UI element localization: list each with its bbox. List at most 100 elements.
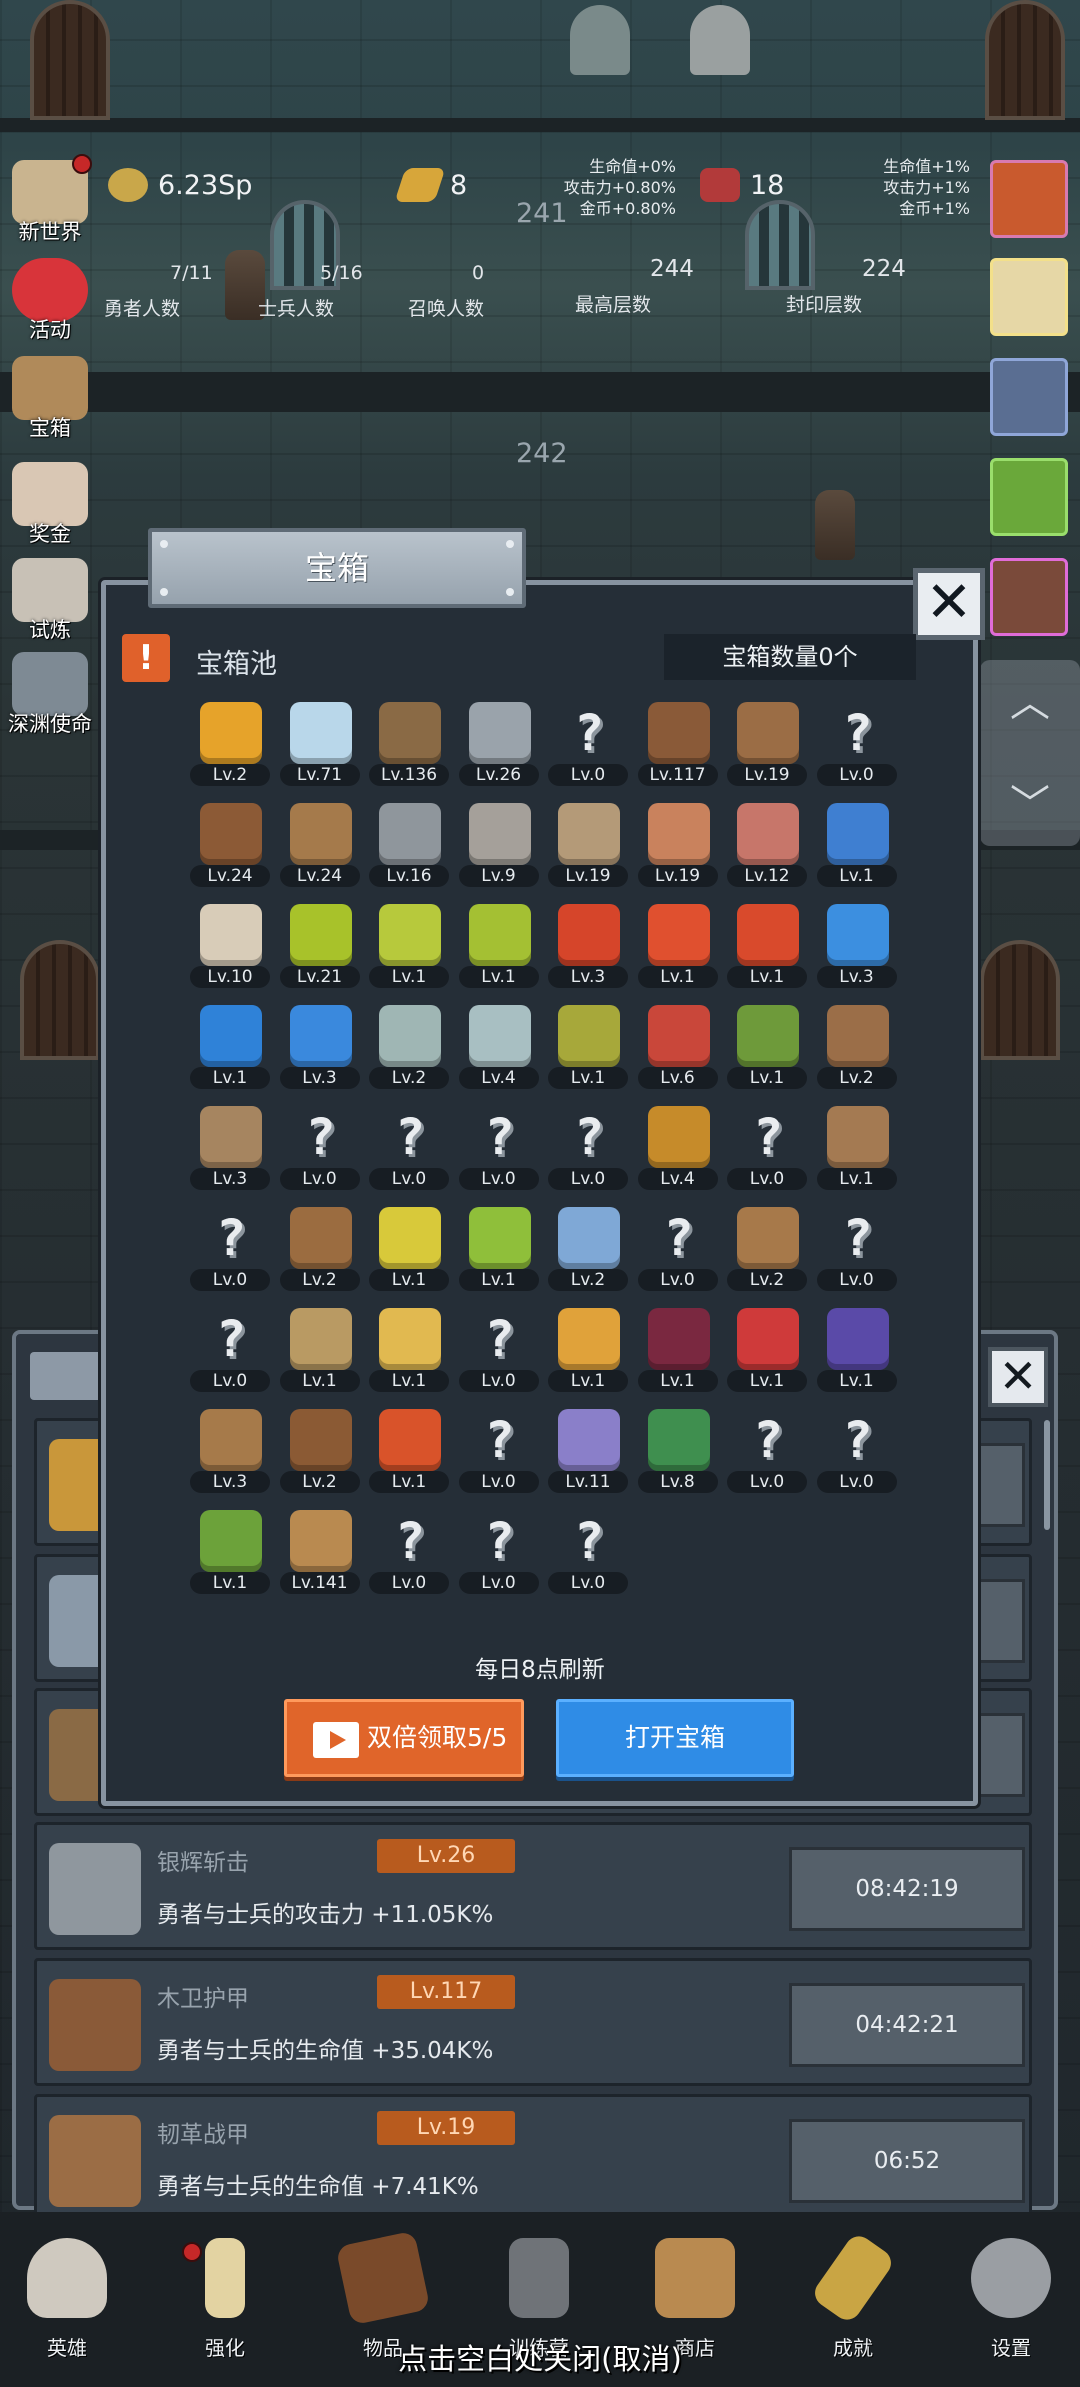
chest-pool-item[interactable]: Lv.1 xyxy=(634,902,724,989)
chest-pool-item[interactable]: Lv.1 xyxy=(723,902,813,989)
chest-pool-item[interactable]: Lv.3 xyxy=(276,1003,366,1090)
chest-pool-item[interactable]: Lv.24 xyxy=(276,801,366,888)
double-claim-button[interactable]: 双倍领取5/5 xyxy=(284,1699,524,1777)
chest-pool-item[interactable]: Lv.2 xyxy=(544,1205,634,1292)
chest-pool-item[interactable]: Lv.2 xyxy=(276,1205,366,1292)
chest-pool-item[interactable]: Lv.2 xyxy=(365,1003,455,1090)
chest-pool-item[interactable]: Lv.117 xyxy=(634,700,724,787)
chest-pool-item[interactable]: ? Lv.0 xyxy=(813,1205,903,1292)
chest-pool-item[interactable]: Lv.19 xyxy=(544,801,634,888)
chest-pool-item[interactable]: Lv.1 xyxy=(634,1306,724,1393)
pet-buff-icon[interactable] xyxy=(990,358,1068,436)
chest-pool-item[interactable]: ? Lv.0 xyxy=(276,1104,366,1191)
chest-pool-item[interactable]: Lv.2 xyxy=(813,1003,903,1090)
chest-pool-item[interactable]: Lv.6 xyxy=(634,1003,724,1090)
character-buff-icon[interactable] xyxy=(990,558,1068,636)
chest-pool-item[interactable]: Lv.136 xyxy=(365,700,455,787)
chest-pool-item[interactable]: ? Lv.0 xyxy=(186,1306,276,1393)
panel-tab[interactable] xyxy=(30,1352,110,1400)
chest-pool-item[interactable]: ? Lv.0 xyxy=(544,1508,634,1595)
chest-pool-item[interactable]: Lv.3 xyxy=(186,1104,276,1191)
chest-pool-item[interactable]: ? Lv.0 xyxy=(455,1306,545,1393)
dialog-close-button[interactable]: ✕ xyxy=(913,568,985,640)
chest-pool-item[interactable]: Lv.1 xyxy=(813,801,903,888)
chest-pool-item[interactable]: Lv.4 xyxy=(634,1104,724,1191)
menu-activity[interactable]: 活动 xyxy=(2,258,98,344)
chest-pool-item[interactable]: ? Lv.0 xyxy=(634,1205,724,1292)
pumpkin-buff-icon[interactable] xyxy=(990,160,1068,238)
item-timer-button[interactable]: 04:42:21 xyxy=(789,1983,1025,2067)
soldier-count-label: 士兵人数 xyxy=(258,298,335,320)
list-item: 木卫护甲 Lv.117 勇者与士兵的生命值 +35.04K% 04:42:21 xyxy=(34,1958,1032,2086)
chest-pool-item[interactable]: Lv.1 xyxy=(186,1003,276,1090)
scroll-down-icon[interactable]: ﹀ xyxy=(980,772,1080,830)
chest-pool-item[interactable]: Lv.3 xyxy=(186,1407,276,1494)
chest-pool-item[interactable]: Lv.1 xyxy=(544,1306,634,1393)
chest-pool-item[interactable]: Lv.1 xyxy=(365,1407,455,1494)
scroll-up-icon[interactable]: ︿ xyxy=(980,670,1080,728)
chest-pool-item[interactable]: ? Lv.0 xyxy=(186,1205,276,1292)
chest-pool-item[interactable]: Lv.1 xyxy=(455,1205,545,1292)
chest-pool-item[interactable]: Lv.19 xyxy=(634,801,724,888)
open-chest-button[interactable]: 打开宝箱 xyxy=(556,1699,794,1777)
chest-pool-item[interactable]: Lv.26 xyxy=(455,700,545,787)
item-level: Lv.1 xyxy=(548,1067,628,1089)
menu-bonus[interactable]: 奖金 xyxy=(2,462,98,548)
chest-pool-item[interactable]: Lv.1 xyxy=(365,1306,455,1393)
chest-pool-item[interactable]: Lv.141 xyxy=(276,1508,366,1595)
chest-pool-item[interactable]: Lv.4 xyxy=(455,1003,545,1090)
chest-pool-item[interactable]: ? Lv.0 xyxy=(813,1407,903,1494)
chest-pool-item[interactable]: Lv.1 xyxy=(186,1508,276,1595)
chest-pool-item[interactable]: Lv.1 xyxy=(813,1104,903,1191)
chest-pool-item[interactable]: Lv.3 xyxy=(544,902,634,989)
chest-pool-item[interactable]: Lv.21 xyxy=(276,902,366,989)
chest-pool-item[interactable]: ? Lv.0 xyxy=(365,1508,455,1595)
candle-buff-icon[interactable] xyxy=(990,258,1068,336)
chest-pool-item[interactable]: Lv.19 xyxy=(723,700,813,787)
flame-gauntlet-icon xyxy=(379,1409,441,1471)
chest-pool-item[interactable]: Lv.12 xyxy=(723,801,813,888)
chest-pool-item[interactable]: Lv.8 xyxy=(634,1407,724,1494)
chest-pool-item[interactable]: ? Lv.0 xyxy=(544,1104,634,1191)
panel-close-button[interactable]: ✕ xyxy=(988,1347,1048,1407)
chest-pool-item[interactable]: Lv.1 xyxy=(455,902,545,989)
chest-pool-item[interactable]: Lv.1 xyxy=(723,1003,813,1090)
leather-armor-icon xyxy=(49,2115,141,2207)
chest-pool-item[interactable]: Lv.24 xyxy=(186,801,276,888)
chest-pool-item[interactable]: Lv.1 xyxy=(723,1306,813,1393)
chest-pool-item[interactable]: ? Lv.0 xyxy=(455,1508,545,1595)
chest-pool-item[interactable]: Lv.1 xyxy=(276,1306,366,1393)
chest-pool-item[interactable]: ? Lv.0 xyxy=(813,700,903,787)
item-timer-button[interactable]: 06:52 xyxy=(789,2119,1025,2203)
slime-buff-icon[interactable] xyxy=(990,458,1068,536)
tap-to-close-hint[interactable]: 点击空白处关闭(取消) xyxy=(0,2336,1080,2378)
unknown-icon: ? xyxy=(484,1108,515,1166)
chest-pool-item[interactable]: ? Lv.0 xyxy=(723,1407,813,1494)
chest-pool-item[interactable]: Lv.3 xyxy=(813,902,903,989)
chest-pool-item[interactable]: Lv.2 xyxy=(276,1407,366,1494)
red-potion-icon xyxy=(737,904,799,966)
menu-trial[interactable]: 试炼 xyxy=(2,558,98,644)
chest-pool-item[interactable]: ? Lv.0 xyxy=(723,1104,813,1191)
chest-pool-item[interactable]: Lv.1 xyxy=(365,902,455,989)
item-timer-button[interactable]: 08:42:19 xyxy=(789,1847,1025,1931)
menu-new-world[interactable]: 新世界 xyxy=(2,154,98,246)
chest-pool-item[interactable]: Lv.9 xyxy=(455,801,545,888)
menu-chest[interactable]: 宝箱 xyxy=(2,356,98,442)
chest-pool-item[interactable]: Lv.2 xyxy=(723,1205,813,1292)
chest-pool-item[interactable]: ? Lv.0 xyxy=(455,1407,545,1494)
chest-pool-item[interactable]: Lv.2 xyxy=(186,700,276,787)
menu-abyss-mission[interactable]: 深渊使命 xyxy=(2,652,98,738)
item-level: Lv.2 xyxy=(369,1067,449,1089)
chest-pool-item[interactable]: Lv.11 xyxy=(544,1407,634,1494)
chest-pool-item[interactable]: Lv.1 xyxy=(813,1306,903,1393)
chest-pool-item[interactable]: ? Lv.0 xyxy=(365,1104,455,1191)
chest-pool-item[interactable]: Lv.71 xyxy=(276,700,366,787)
chest-pool-item[interactable]: Lv.1 xyxy=(544,1003,634,1090)
chest-pool-item[interactable]: Lv.10 xyxy=(186,902,276,989)
chest-pool-item[interactable]: Lv.1 xyxy=(365,1205,455,1292)
chest-pool-item[interactable]: Lv.16 xyxy=(365,801,455,888)
chest-pool-item[interactable]: ? Lv.0 xyxy=(455,1104,545,1191)
scrollbar[interactable] xyxy=(1044,1420,1050,1530)
chest-pool-item[interactable]: ? Lv.0 xyxy=(544,700,634,787)
